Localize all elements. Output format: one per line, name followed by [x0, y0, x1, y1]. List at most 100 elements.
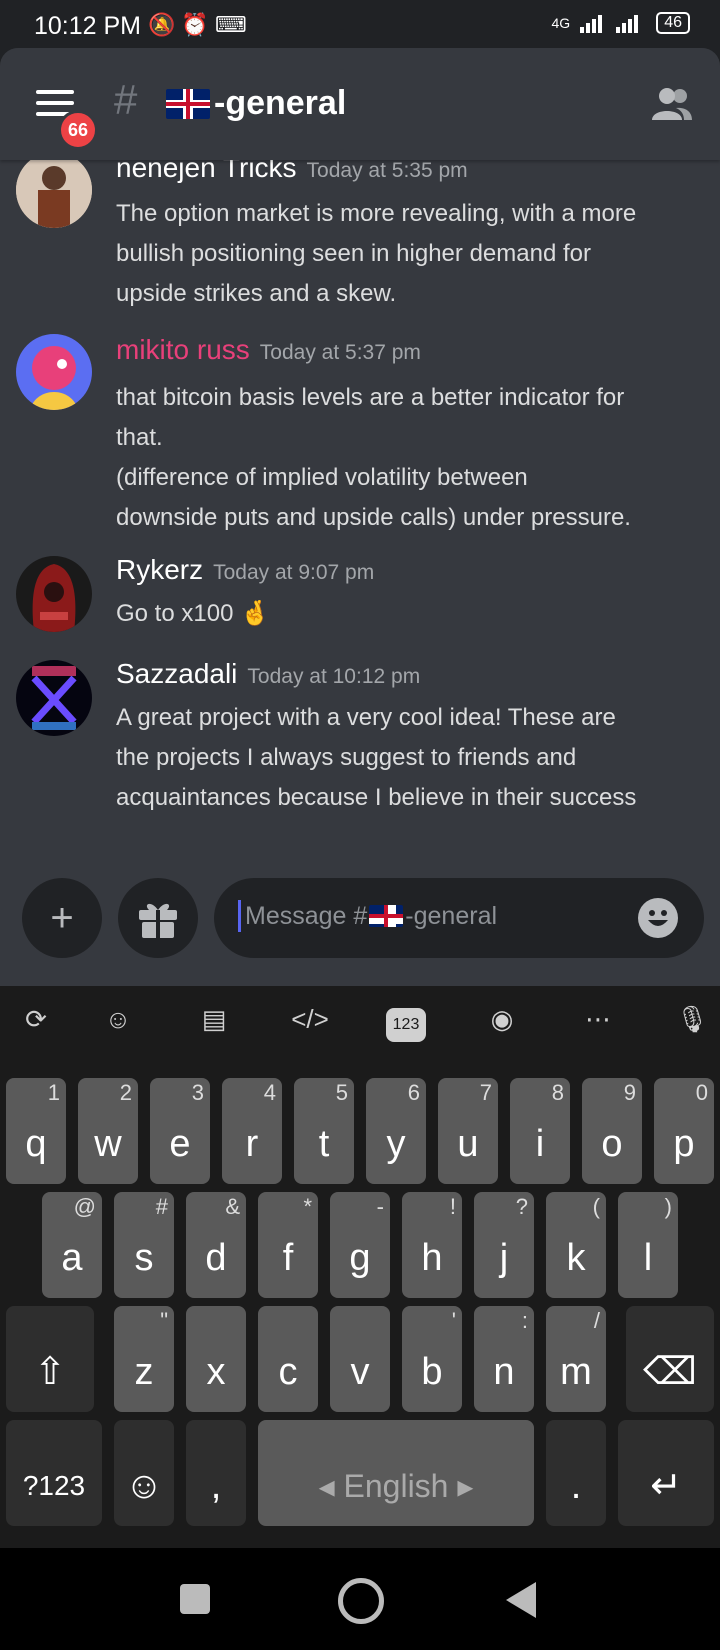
message-composer: + Message # -general	[0, 878, 720, 986]
symbols-key[interactable]: ?123	[6, 1420, 102, 1526]
message-list[interactable]: nenejen Tricks Today at 5:35 pm The optio…	[0, 152, 720, 860]
key-a[interactable]: a @	[42, 1192, 102, 1298]
key-x[interactable]: x	[186, 1306, 246, 1412]
emoji-button[interactable]	[638, 898, 678, 938]
avatar[interactable]	[16, 334, 92, 410]
channel-name: -general	[214, 84, 347, 122]
key-s[interactable]: s #	[114, 1192, 174, 1298]
uk-flag-icon	[369, 905, 404, 927]
key-w-label: w	[94, 1123, 122, 1165]
gift-icon	[139, 903, 177, 938]
key-w[interactable]: w2	[78, 1078, 138, 1184]
comma-key[interactable]: ,	[186, 1420, 246, 1526]
key-r[interactable]: r4	[222, 1078, 282, 1184]
key-j-label: j	[499, 1237, 509, 1279]
key-a-hint: @	[73, 1194, 96, 1219]
keyboard-toolbar: ⟳ ☺ ▤ </> 123 ◉ ⋯ 🎙	[0, 986, 720, 1066]
key-m[interactable]: m /	[546, 1306, 606, 1412]
message-timestamp: Today at 5:37 pm	[259, 341, 421, 364]
key-n[interactable]: n:	[474, 1306, 534, 1412]
key-e-label: e	[169, 1123, 191, 1165]
numpad-icon[interactable]: 123	[386, 1008, 426, 1042]
key-t-hint: 5	[335, 1080, 348, 1105]
mute-icon: 🔕	[148, 12, 182, 37]
key-l[interactable]: l)	[618, 1192, 678, 1298]
key-d[interactable]: d &	[186, 1192, 246, 1298]
key-d-label: d	[205, 1237, 227, 1279]
message-author[interactable]: Sazzadali Today at 10:12 pm	[116, 658, 420, 690]
recents-button[interactable]	[180, 1584, 210, 1614]
discord-app: 66 # -general nenejen Tricks Today at 5:3…	[0, 48, 720, 986]
key-l-hint: )	[664, 1194, 672, 1219]
status-bar: 10:12 PM 🔕⏰⌨ 4G 46	[0, 0, 720, 52]
key-t-label: t	[318, 1123, 330, 1165]
message-input[interactable]: Message # -general	[214, 878, 704, 958]
enter-icon: ↵	[650, 1465, 682, 1507]
gif-icon[interactable]: ◉	[482, 1004, 522, 1044]
notification-icons: 🔕⏰⌨	[148, 12, 253, 38]
key-j[interactable]: j?	[474, 1192, 534, 1298]
space-key-label: ◂ English ▸	[318, 1468, 474, 1504]
key-o[interactable]: o9	[582, 1078, 642, 1184]
period-key[interactable]: .	[546, 1420, 606, 1526]
key-h-label: h	[421, 1237, 443, 1279]
key-s-label: s	[134, 1237, 154, 1279]
key-z-hint: "	[160, 1308, 168, 1333]
key-t[interactable]: t5	[294, 1078, 354, 1184]
system-nav-bar	[0, 1548, 720, 1650]
key-h[interactable]: h!	[402, 1192, 462, 1298]
code-icon[interactable]: </>	[290, 1004, 330, 1044]
avatar[interactable]	[16, 660, 92, 736]
microphone-icon[interactable]: 🎙	[672, 1004, 712, 1044]
backspace-key[interactable]: ⌫	[626, 1306, 714, 1412]
back-button[interactable]	[506, 1582, 536, 1618]
members-icon[interactable]	[650, 86, 694, 122]
message-timestamp: Today at 10:12 pm	[247, 665, 421, 688]
shift-key[interactable]: ⇧	[6, 1306, 94, 1412]
key-u-hint: 7	[479, 1080, 492, 1105]
gift-button[interactable]	[118, 878, 198, 958]
message-author[interactable]: Rykerz Today at 9:07 pm	[116, 554, 374, 586]
avatar[interactable]	[16, 556, 92, 632]
channel-title[interactable]: -general	[166, 84, 346, 123]
key-b-label: b	[421, 1351, 443, 1393]
key-s-hint: #	[155, 1194, 168, 1219]
message-author[interactable]: mikito russ Today at 5:37 pm	[116, 334, 421, 366]
key-f-hint: *	[303, 1194, 312, 1219]
key-y[interactable]: y6	[366, 1078, 426, 1184]
key-k[interactable]: k(	[546, 1192, 606, 1298]
key-z[interactable]: z "	[114, 1306, 174, 1412]
key-p[interactable]: p0	[654, 1078, 714, 1184]
key-k-label: k	[566, 1237, 586, 1279]
key-m-label: m	[560, 1351, 592, 1393]
key-j-hint: ?	[515, 1194, 528, 1219]
key-v[interactable]: v	[330, 1306, 390, 1412]
enter-key[interactable]: ↵	[618, 1420, 714, 1526]
smiley-icon	[648, 910, 668, 926]
alarm-icon: ⏰	[181, 12, 215, 37]
add-attachment-button[interactable]: +	[22, 878, 102, 958]
key-g[interactable]: g-	[330, 1192, 390, 1298]
message-text: The option market is more revealing, wit…	[116, 200, 637, 307]
key-q[interactable]: q1	[6, 1078, 66, 1184]
hash-icon: #	[114, 76, 138, 123]
symbols-key-label: ?123	[22, 1470, 86, 1501]
emoji-icon[interactable]: ☺	[98, 1004, 138, 1044]
key-i[interactable]: i8	[510, 1078, 570, 1184]
key-p-label: p	[673, 1123, 695, 1165]
emoji-key[interactable]: ☺	[114, 1420, 174, 1526]
key-e[interactable]: e3	[150, 1078, 210, 1184]
key-q-hint: 1	[47, 1080, 60, 1105]
home-button[interactable]	[338, 1578, 384, 1624]
key-n-label: n	[493, 1351, 515, 1393]
more-icon[interactable]: ⋯	[578, 1004, 618, 1044]
key-f[interactable]: f *	[258, 1192, 318, 1298]
key-c[interactable]: c	[258, 1306, 318, 1412]
clipboard-icon[interactable]: ▤	[194, 1004, 234, 1044]
key-u[interactable]: u7	[438, 1078, 498, 1184]
translate-icon[interactable]: ⟳	[16, 1004, 56, 1044]
space-key[interactable]: ◂ English ▸	[258, 1420, 534, 1526]
key-b[interactable]: b '	[402, 1306, 462, 1412]
avatar[interactable]	[16, 152, 92, 228]
key-b-hint: '	[451, 1308, 456, 1333]
